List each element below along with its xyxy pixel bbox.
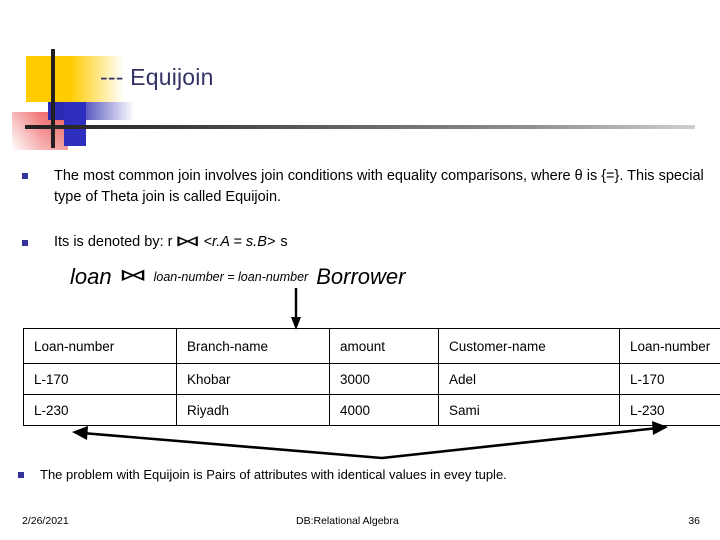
footer-subject: DB:Relational Algebra [296, 515, 399, 527]
notation-trail-text: s [280, 234, 288, 250]
expression-condition: loan-number = loan-number [153, 270, 309, 284]
expression-left-relation: loan [70, 264, 112, 289]
join-bowtie-icon: ⋈ [175, 233, 201, 250]
notation-lead-text: Its is denoted by: r [54, 234, 173, 250]
decoration-horizontal-line [25, 125, 695, 129]
square-bullet-icon [18, 472, 24, 479]
cell-loan-number-left: L-170 [23, 363, 177, 395]
down-arrow-icon [291, 288, 301, 330]
slide: --- Equijoin The most common join involv… [0, 0, 720, 540]
decoration-vertical-line [51, 49, 55, 148]
square-bullet-icon [22, 239, 28, 246]
decoration-blue-gradient [48, 102, 134, 120]
bullet-text-problem: The problem with Equijoin is Pairs of at… [40, 467, 507, 482]
table-header-amount: amount [329, 328, 439, 364]
table-row: L-170 Khobar 3000 Adel L-170 [23, 363, 720, 395]
bullet-item-definition: The most common join involves join condi… [22, 166, 712, 208]
table-header-row: Loan-number Branch-name amount Customer-… [23, 328, 720, 364]
footer-date: 2/26/2021 [22, 515, 69, 527]
table-header-loan-number-left: Loan-number [23, 328, 177, 364]
cell-loan-number-right: L-170 [619, 363, 720, 395]
decoration-yellow-square [26, 56, 70, 102]
duplicate-columns-double-arrow-icon [72, 421, 668, 460]
cell-amount: 3000 [329, 363, 439, 395]
join-bowtie-icon: ⋈ [118, 265, 147, 284]
equijoin-result-table: Loan-number Branch-name amount Customer-… [23, 328, 720, 426]
table-header-loan-number-right: Loan-number [619, 328, 720, 364]
bullet-item-problem: The problem with Equijoin is Pairs of at… [18, 466, 698, 485]
bullet-item-notation: Its is denoted by: r ⋈ <r.A = s.B> s [22, 232, 542, 253]
cell-customer-name: Adel [438, 363, 620, 395]
slide-footer: 2/26/2021 DB:Relational Algebra 36 [0, 515, 720, 535]
bullet-text-notation: Its is denoted by: r ⋈ <r.A = s.B> s [54, 232, 288, 253]
notation-condition-text: <r.A = s.B> [203, 234, 276, 250]
square-bullet-icon [22, 173, 28, 179]
page-title: --- Equijoin [100, 64, 214, 90]
table-header-customer-name: Customer-name [438, 328, 620, 364]
decoration-blue-square [64, 102, 86, 146]
table-header-branch-name: Branch-name [176, 328, 330, 364]
join-expression: loan ⋈ loan-number = loan-number Borrowe… [70, 264, 405, 290]
expression-right-relation: Borrower [316, 264, 406, 289]
bullet-text-definition: The most common join involves join condi… [54, 168, 704, 206]
cell-branch-name: Khobar [176, 363, 330, 395]
footer-page-number: 36 [688, 515, 700, 527]
